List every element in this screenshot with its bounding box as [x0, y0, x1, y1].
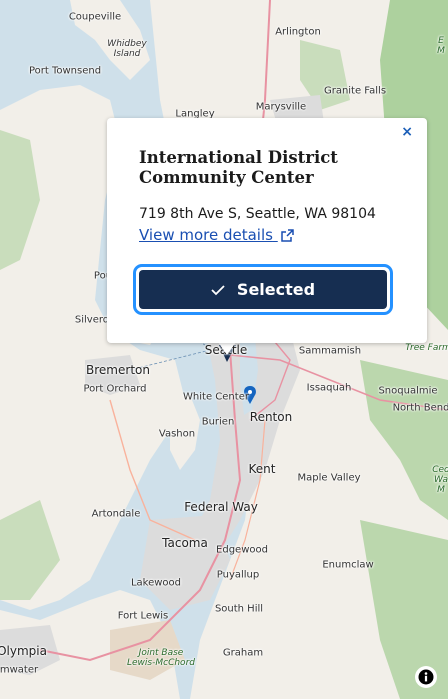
place-label-federal-way: Federal Way — [184, 500, 258, 514]
location-address: 719 8th Ave S, Seattle, WA 98104 — [139, 206, 376, 222]
selected-button[interactable]: Selected — [139, 270, 387, 309]
place-label-joint-base: Joint Base Lewis-McChord — [127, 648, 195, 668]
place-label-arlington: Arlington — [275, 26, 321, 38]
place-label-lakewood: Lakewood — [130, 577, 182, 589]
place-label-olympia: Olympia — [0, 644, 47, 658]
place-label-vashon: Vashon — [158, 428, 196, 440]
place-label-marysville: Marysville — [255, 101, 307, 113]
place-label-enumclaw: Enumclaw — [322, 559, 374, 571]
place-label-tumwater: mwater — [0, 664, 39, 676]
place-label-graham: Graham — [222, 647, 264, 659]
place-label-artondale: Artondale — [91, 508, 141, 520]
place-label-port-orchard: Port Orchard — [83, 383, 147, 395]
place-label-puyallup: Puyallup — [216, 569, 260, 581]
popup-tip — [218, 342, 236, 355]
info-icon — [418, 669, 434, 685]
place-label-south-hill: South Hill — [214, 603, 264, 615]
location-title: International District Community Center — [139, 148, 338, 187]
place-label-snoqualmie: Snoqualmie — [378, 385, 438, 397]
place-label-coupeville: Coupeville — [68, 11, 122, 23]
place-label-cedar: Ced Wa M — [432, 465, 448, 495]
selected-button-label: Selected — [236, 280, 316, 299]
place-label-bremerton: Bremerton — [86, 363, 150, 377]
external-link-icon — [281, 229, 294, 242]
place-label-north-bend: North Bend — [392, 402, 448, 414]
place-label-kent: Kent — [248, 462, 276, 476]
place-label-tacoma: Tacoma — [162, 536, 208, 550]
place-label-tree-farm: Tree Farm — [405, 343, 448, 353]
place-label-white-center: White Center — [183, 391, 249, 403]
place-label-maple-valley: Maple Valley — [297, 472, 361, 484]
place-label-fort-lewis: Fort Lewis — [117, 610, 169, 622]
place-label-burien: Burien — [201, 416, 235, 428]
place-label-edgewood: Edgewood — [216, 544, 268, 556]
check-icon — [211, 284, 225, 295]
place-label-granite-falls: Granite Falls — [323, 85, 387, 97]
place-label-edge-mountain: E M — [437, 36, 445, 56]
view-details-label: View more details — [139, 226, 273, 244]
place-label-renton: Renton — [249, 410, 293, 424]
place-label-issaquah: Issaquah — [306, 382, 352, 394]
view-details-link[interactable]: View more details — [139, 226, 294, 244]
place-label-silverdale: Silverd — [74, 314, 110, 326]
close-button[interactable]: × — [401, 124, 413, 140]
place-label-whidbey-island: Whidbey Island — [107, 39, 147, 59]
attribution-button[interactable] — [415, 666, 437, 688]
place-label-sammamish: Sammamish — [298, 345, 362, 357]
place-label-port-townsend: Port Townsend — [28, 65, 102, 77]
location-popup: × International District Community Cente… — [107, 118, 427, 343]
